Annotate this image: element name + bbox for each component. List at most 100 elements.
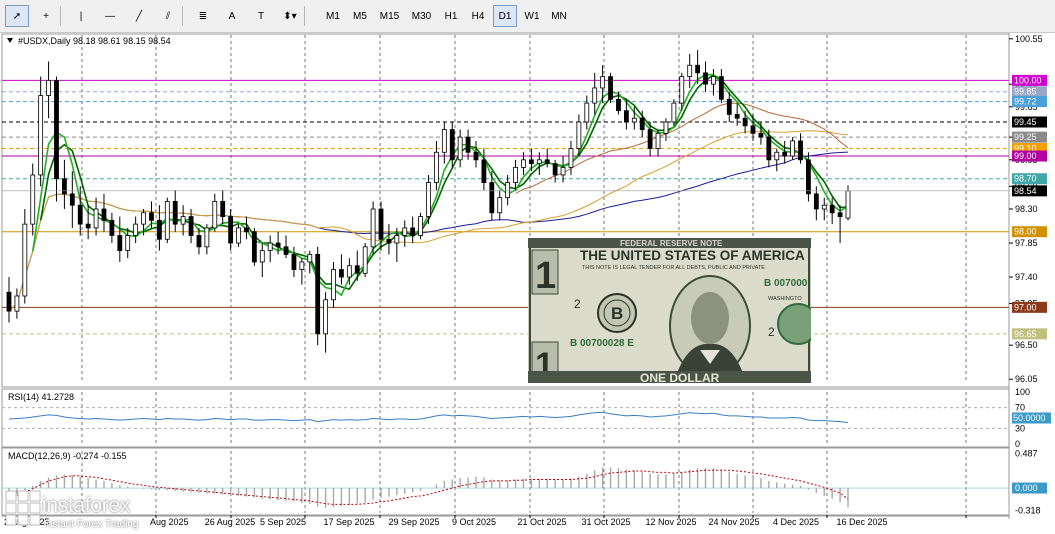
candle-body[interactable] bbox=[798, 140, 803, 161]
candle-body[interactable] bbox=[734, 114, 740, 119]
candle-body[interactable] bbox=[323, 299, 329, 335]
candle-body[interactable] bbox=[101, 208, 107, 221]
candle-body[interactable] bbox=[291, 253, 297, 270]
candle-body[interactable] bbox=[449, 129, 455, 161]
equidistant-channel-icon[interactable]: ⫽ bbox=[156, 5, 180, 27]
candle-body[interactable] bbox=[441, 129, 447, 153]
text-icon[interactable]: A bbox=[220, 5, 244, 27]
candle-body[interactable] bbox=[813, 193, 819, 210]
candle-body[interactable] bbox=[180, 216, 186, 225]
candle-body[interactable] bbox=[434, 151, 439, 183]
candle-body[interactable] bbox=[228, 216, 234, 244]
crosshair-icon[interactable]: + bbox=[34, 5, 58, 27]
candle-body[interactable] bbox=[346, 265, 352, 278]
candle-body[interactable] bbox=[394, 235, 400, 244]
timeframe-m15[interactable]: M15 bbox=[375, 5, 404, 27]
candle-body[interactable] bbox=[22, 223, 28, 297]
timeframe-m5[interactable]: M5 bbox=[348, 5, 372, 27]
candle-body[interactable] bbox=[54, 79, 59, 180]
candle-body[interactable] bbox=[315, 253, 321, 335]
candle-body[interactable] bbox=[821, 204, 827, 210]
candle-body[interactable] bbox=[362, 246, 368, 274]
candle-body[interactable] bbox=[117, 235, 123, 252]
timeframe-h1[interactable]: H1 bbox=[439, 5, 463, 27]
candle-body[interactable] bbox=[576, 121, 582, 149]
candle-body[interactable] bbox=[172, 201, 178, 225]
candle-body[interactable] bbox=[806, 159, 811, 195]
candle-body[interactable] bbox=[133, 223, 139, 236]
candle-body[interactable] bbox=[46, 79, 51, 96]
candle-body[interactable] bbox=[465, 136, 471, 153]
candle-body[interactable] bbox=[109, 219, 115, 236]
candle-body[interactable] bbox=[62, 178, 67, 195]
candle-body[interactable] bbox=[283, 246, 289, 255]
candle-body[interactable] bbox=[331, 269, 336, 301]
candle-body[interactable] bbox=[505, 182, 511, 199]
candle-body[interactable] bbox=[536, 159, 542, 165]
candle-body[interactable] bbox=[339, 269, 344, 278]
candle-body[interactable] bbox=[766, 136, 772, 161]
candle-body[interactable] bbox=[473, 151, 479, 161]
fibonacci-icon[interactable]: ≣ bbox=[191, 5, 215, 27]
candle-body[interactable] bbox=[275, 242, 281, 248]
candle-body[interactable] bbox=[679, 76, 685, 104]
candle-body[interactable] bbox=[782, 151, 788, 157]
candle-body[interactable] bbox=[69, 193, 75, 206]
candle-body[interactable] bbox=[188, 216, 194, 236]
candle-body[interactable] bbox=[742, 117, 748, 127]
candle-body[interactable] bbox=[552, 163, 558, 176]
candle-body[interactable] bbox=[639, 117, 645, 130]
candle-body[interactable] bbox=[156, 219, 162, 240]
vertical-line-icon[interactable]: | bbox=[69, 5, 93, 27]
candle-body[interactable] bbox=[299, 261, 305, 270]
arrows-icon[interactable]: ⬍▾ bbox=[278, 5, 302, 27]
candle-body[interactable] bbox=[608, 76, 613, 100]
candle-body[interactable] bbox=[758, 132, 764, 138]
text-label-icon[interactable]: T bbox=[249, 5, 273, 27]
candle-body[interactable] bbox=[141, 212, 146, 225]
candle-body[interactable] bbox=[77, 204, 83, 225]
candle-body[interactable] bbox=[38, 95, 44, 176]
candle-body[interactable] bbox=[14, 295, 20, 312]
candle-body[interactable] bbox=[164, 201, 170, 240]
candle-body[interactable] bbox=[418, 216, 423, 236]
candle-body[interactable] bbox=[528, 159, 534, 165]
candle-body[interactable] bbox=[370, 208, 376, 248]
candle-body[interactable] bbox=[497, 197, 503, 214]
candle-body[interactable] bbox=[631, 117, 637, 123]
candle-body[interactable] bbox=[149, 212, 154, 221]
candle-body[interactable] bbox=[655, 132, 661, 149]
candle-body[interactable] bbox=[584, 102, 590, 123]
candle-body[interactable] bbox=[378, 208, 384, 240]
candle-body[interactable] bbox=[560, 166, 566, 176]
candle-body[interactable] bbox=[307, 253, 313, 263]
candle-body[interactable] bbox=[647, 129, 653, 149]
candle-body[interactable] bbox=[93, 208, 99, 229]
timeframe-w1[interactable]: W1 bbox=[520, 5, 544, 27]
candle-body[interactable] bbox=[212, 201, 218, 229]
timeframe-d1[interactable]: D1 bbox=[493, 5, 517, 27]
horizontal-line-icon[interactable]: — bbox=[98, 5, 122, 27]
candle-body[interactable] bbox=[592, 87, 598, 104]
candle-body[interactable] bbox=[244, 227, 249, 233]
candle-body[interactable] bbox=[521, 159, 526, 168]
candle-body[interactable] bbox=[711, 76, 716, 85]
timeframe-mn[interactable]: MN bbox=[547, 5, 571, 27]
candle-body[interactable] bbox=[489, 182, 495, 214]
candle-body[interactable] bbox=[85, 223, 91, 229]
candle-body[interactable] bbox=[703, 72, 708, 85]
candle-body[interactable] bbox=[236, 227, 241, 244]
candle-body[interactable] bbox=[386, 238, 392, 244]
candle-body[interactable] bbox=[125, 235, 131, 252]
candle-body[interactable] bbox=[259, 250, 265, 263]
candle-body[interactable] bbox=[426, 182, 431, 217]
candle-body[interactable] bbox=[790, 140, 795, 157]
candle-body[interactable] bbox=[600, 76, 606, 89]
candle-body[interactable] bbox=[829, 204, 835, 214]
candle-body[interactable] bbox=[513, 166, 518, 183]
candle-body[interactable] bbox=[726, 98, 732, 115]
candle-body[interactable] bbox=[30, 174, 36, 225]
candle-body[interactable] bbox=[616, 98, 621, 112]
candle-body[interactable] bbox=[251, 231, 257, 263]
candle-body[interactable] bbox=[623, 110, 629, 123]
